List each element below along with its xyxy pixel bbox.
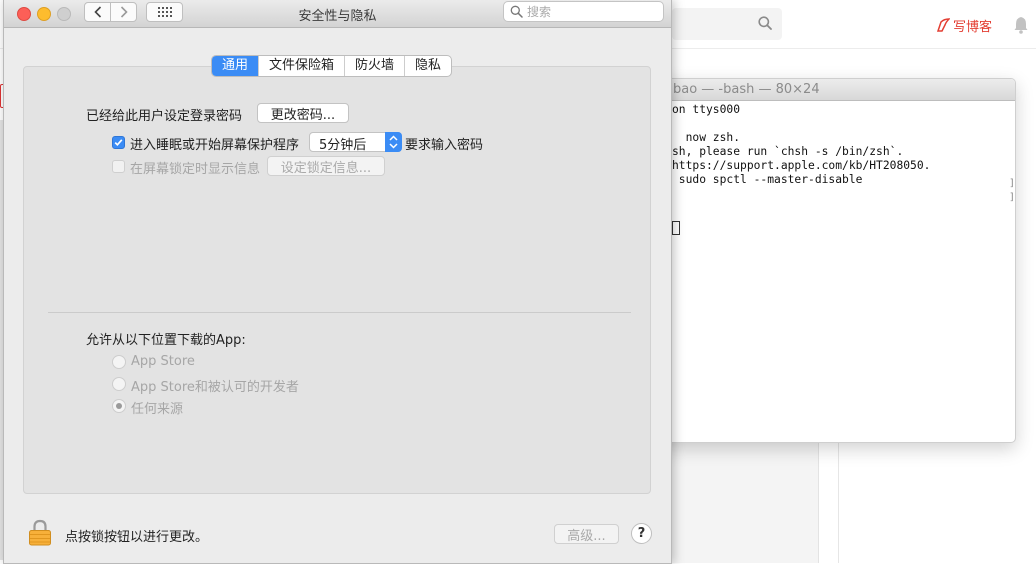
write-blog-label: 写博客 bbox=[953, 19, 993, 35]
tab-general[interactable]: 通用 bbox=[212, 56, 259, 76]
search-icon[interactable] bbox=[758, 16, 772, 30]
radio-app-store[interactable] bbox=[112, 355, 126, 369]
search-icon bbox=[510, 5, 523, 18]
section-divider bbox=[48, 312, 631, 313]
window-titlebar: 安全性与隐私 bbox=[4, 0, 671, 28]
lock-message: 点按锁按钮以进行更改。 bbox=[65, 530, 209, 545]
search-field[interactable] bbox=[503, 1, 664, 22]
terminal-cursor bbox=[672, 221, 680, 235]
set-lock-message-button[interactable]: 设定锁定信息... bbox=[267, 156, 385, 176]
tab-firewall[interactable]: 防火墙 bbox=[344, 56, 404, 76]
terminal-scroll-marker: ] bbox=[1009, 178, 1016, 189]
terminal-line: on ttys000 bbox=[672, 103, 741, 116]
radio-identified-developers-label: App Store和被认可的开发者 bbox=[131, 380, 299, 395]
write-blog-link[interactable]: 写博客 bbox=[936, 16, 993, 35]
tab-filevault[interactable]: 文件保险箱 bbox=[258, 56, 344, 76]
lock-icon[interactable] bbox=[28, 519, 52, 546]
advanced-button[interactable]: 高级... bbox=[554, 524, 619, 544]
tab-privacy[interactable]: 隐私 bbox=[404, 56, 451, 76]
show-lock-message-checkbox[interactable] bbox=[112, 160, 125, 173]
tab-bar: 通用 文件保险箱 防火墙 隐私 bbox=[211, 55, 453, 77]
radio-selected-dot bbox=[116, 403, 122, 409]
terminal-line: https://support.apple.com/kb/HT208050. bbox=[672, 159, 931, 172]
terminal-line: sh, please run `chsh -s /bin/zsh`. bbox=[672, 145, 904, 158]
require-password-checkbox[interactable] bbox=[112, 136, 125, 149]
help-button[interactable]: ? bbox=[631, 523, 652, 544]
password-delay-select[interactable]: 5分钟后 bbox=[309, 132, 402, 153]
show-lock-message-label: 在屏幕锁定时显示信息 bbox=[130, 162, 261, 177]
browser-sidebar bbox=[838, 442, 1036, 563]
radio-identified-developers[interactable] bbox=[112, 377, 126, 391]
terminal-title: bao — -bash — 80×24 bbox=[651, 79, 1015, 101]
radio-anywhere[interactable] bbox=[112, 399, 126, 413]
terminal-line: sudo spctl --master-disable bbox=[672, 173, 863, 186]
pen-icon bbox=[936, 18, 950, 32]
download-source-heading: 允许从以下位置下载的App: bbox=[86, 333, 246, 348]
search-input[interactable] bbox=[523, 4, 647, 19]
bell-icon[interactable] bbox=[1013, 16, 1029, 34]
password-delay-value: 5分钟后 bbox=[319, 138, 367, 153]
terminal-line: now zsh. bbox=[672, 131, 741, 144]
updown-arrows-icon bbox=[385, 132, 402, 152]
browser-content-panel bbox=[672, 442, 819, 563]
checkmark-icon bbox=[114, 139, 123, 147]
require-password-label: 进入睡眠或开始屏幕保护程序 bbox=[130, 138, 300, 153]
terminal-output[interactable]: on ttys000 now zsh. sh, please run `chsh… bbox=[651, 101, 1015, 235]
terminal-scroll-marker: ] bbox=[1009, 192, 1016, 203]
terminal-window[interactable]: bao — -bash — 80×24 on ttys000 now zsh. … bbox=[650, 78, 1016, 443]
radio-anywhere-label: 任何来源 bbox=[131, 402, 184, 417]
security-privacy-window: 安全性与隐私 通用 文件保险箱 防火墙 隐私 已经给此用户设定登录密码 更改密码… bbox=[3, 0, 672, 564]
password-set-label: 已经给此用户设定登录密码 bbox=[86, 109, 243, 124]
require-password-suffix: 要求输入密码 bbox=[405, 138, 484, 153]
general-pane bbox=[23, 66, 651, 494]
radio-app-store-label: App Store bbox=[131, 354, 195, 369]
change-password-button[interactable]: 更改密码... bbox=[257, 103, 349, 123]
